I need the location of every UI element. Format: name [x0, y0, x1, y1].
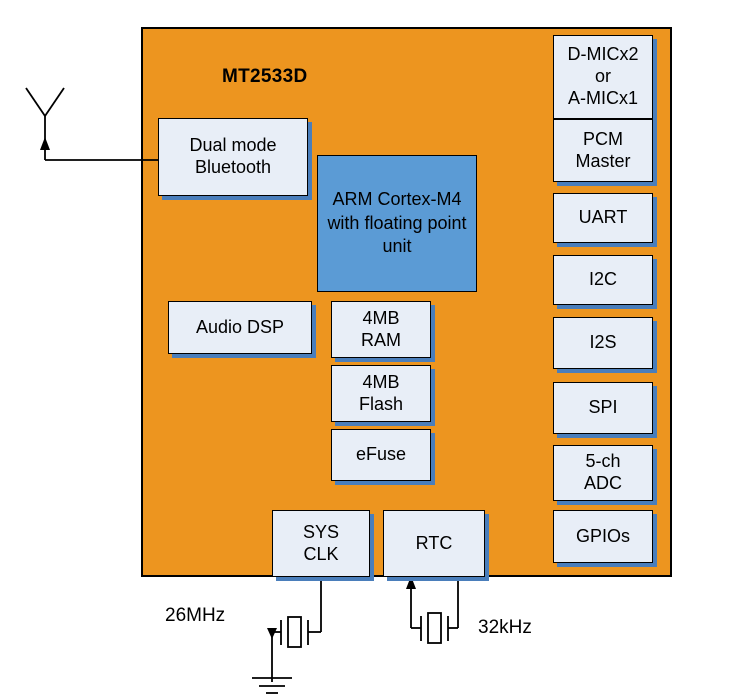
- block-arm-cortex-m4-line1: ARM: [332, 189, 373, 210]
- block-uart[interactable]: UART: [553, 193, 653, 243]
- sysclk-crystal-wire: [271, 578, 322, 682]
- antenna-arrowhead: [40, 137, 50, 150]
- block-dual-mode-bluetooth-line2: Bluetooth: [194, 157, 272, 177]
- block-mic-interface-line2: or: [594, 66, 611, 87]
- block-flash-line1: 4MB: [362, 371, 400, 392]
- block-diagram: MT2533D Dual mode Bluetooth ARM Cortex-M…: [0, 0, 731, 700]
- block-mic-interface-line1: D-MICx2: [567, 44, 639, 65]
- ground-node-arrowhead: [267, 628, 277, 639]
- block-arm-cortex-m4-line3: with floating: [327, 212, 423, 233]
- block-arm-cortex-m4[interactable]: ARM Cortex-M4 with floating point unit: [317, 155, 477, 292]
- block-pcm-master[interactable]: PCM Master: [553, 119, 653, 182]
- block-mic-interface[interactable]: D-MICx2 or A-MICx1: [553, 35, 653, 119]
- block-ram[interactable]: 4MB RAM: [331, 301, 431, 358]
- crystal-icon-26mhz: [280, 616, 309, 648]
- block-spi[interactable]: SPI: [553, 382, 653, 434]
- block-dual-mode-bluetooth-line1: Dual mode: [189, 135, 277, 156]
- block-gpios[interactable]: GPIOs: [553, 510, 653, 563]
- ground-icon: [252, 677, 292, 694]
- block-sys-clk-line2: CLK: [303, 543, 339, 564]
- antenna-icon: [25, 87, 65, 155]
- block-spi-line1: SPI: [588, 397, 618, 418]
- rtc-crystal-wire: [410, 578, 459, 629]
- block-adc-line2: ADC: [583, 473, 622, 493]
- block-gpios-line1: GPIOs: [575, 525, 630, 546]
- label-crystal-26mhz: 26MHz: [165, 605, 226, 626]
- block-ram-line2: RAM: [361, 329, 401, 350]
- block-efuse-line1: eFuse: [355, 444, 407, 465]
- block-uart-line1: UART: [578, 207, 628, 228]
- block-audio-dsp[interactable]: Audio DSP: [168, 301, 312, 354]
- page-title: MT2533D: [222, 66, 308, 87]
- crystal-icon-32khz: [420, 612, 449, 644]
- block-i2s-line1: I2S: [589, 332, 617, 353]
- label-crystal-32khz: 32kHz: [478, 617, 532, 638]
- block-adc-line1: 5-ch: [585, 451, 621, 472]
- block-sys-clk[interactable]: SYS CLK: [272, 510, 370, 577]
- block-audio-dsp-line1: Audio DSP: [195, 316, 285, 337]
- block-flash-line2: Flash: [358, 393, 403, 414]
- block-pcm-master-line1: PCM: [582, 128, 623, 149]
- block-i2s[interactable]: I2S: [553, 317, 653, 369]
- block-pcm-master-line2: Master: [575, 150, 631, 171]
- block-rtc-line1: RTC: [415, 532, 453, 553]
- block-adc[interactable]: 5-ch ADC: [553, 445, 653, 501]
- block-efuse[interactable]: eFuse: [331, 429, 431, 481]
- block-sys-clk-line1: SYS: [302, 521, 340, 542]
- block-dual-mode-bluetooth[interactable]: Dual mode Bluetooth: [158, 118, 308, 196]
- block-ram-line1: 4MB: [362, 307, 400, 328]
- block-rtc[interactable]: RTC: [383, 510, 485, 577]
- block-i2c-line1: I2C: [588, 269, 617, 290]
- block-arm-cortex-m4-line2: Cortex-M4: [377, 189, 462, 210]
- block-flash[interactable]: 4MB Flash: [331, 365, 431, 422]
- block-mic-interface-line3: A-MICx1: [567, 87, 638, 108]
- rtc-input-arrowhead: [406, 576, 416, 589]
- block-i2c[interactable]: I2C: [553, 255, 653, 305]
